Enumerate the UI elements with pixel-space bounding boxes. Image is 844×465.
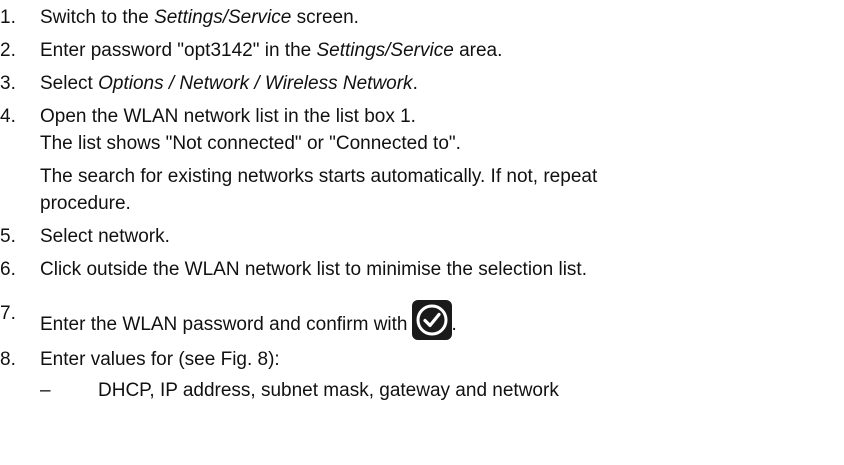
step-text: Click outside the WLAN network list to m… bbox=[40, 259, 587, 280]
step-number: 3. bbox=[0, 73, 16, 94]
step-text: Enter the WLAN password and confirm with… bbox=[40, 300, 457, 340]
instruction-list: 1. Switch to the Settings/Service screen… bbox=[0, 0, 844, 465]
step-text: Enter password "opt3142" in the Settings… bbox=[40, 37, 502, 64]
step-number: 8. bbox=[0, 349, 16, 370]
checkmark-circle-icon-svg bbox=[411, 300, 452, 340]
step-text-part: Switch to the bbox=[40, 7, 155, 28]
step-5: 5. Select network. bbox=[0, 223, 170, 250]
step-text-part: Select bbox=[40, 73, 99, 94]
sub-item-text: DHCP, IP address, subnet mask, gateway a… bbox=[98, 380, 559, 401]
step-number: 4. bbox=[0, 106, 16, 127]
step-4-note: The list shows "Not connected" or "Conne… bbox=[40, 133, 461, 154]
step-number: 7. bbox=[0, 303, 16, 324]
step-number: 2. bbox=[0, 40, 16, 61]
step-text: Open the WLAN network list in the list b… bbox=[40, 106, 416, 127]
step-number: 1. bbox=[0, 7, 16, 28]
step-4: 4. Open the WLAN network list in the lis… bbox=[0, 103, 416, 130]
step-text-part: . bbox=[412, 73, 418, 94]
step-text-part: Enter the WLAN password and confirm with bbox=[40, 314, 408, 335]
step-4-note: procedure. bbox=[40, 193, 131, 214]
step-8: 8. Enter values for (see Fig. 8): bbox=[0, 346, 280, 373]
emphasis-text: Settings/Service bbox=[154, 7, 292, 28]
step-text: Select Options / Network / Wireless Netw… bbox=[40, 70, 418, 97]
sub-item: – DHCP, IP address, subnet mask, gateway… bbox=[40, 377, 559, 404]
step-text: Select network. bbox=[40, 226, 170, 247]
step-3: 3. Select Options / Network / Wireless N… bbox=[0, 70, 418, 97]
step-text-part: screen. bbox=[291, 7, 359, 28]
step-number: 5. bbox=[0, 226, 16, 247]
step-text-part: Enter password "opt3142" in the bbox=[40, 40, 317, 61]
step-text-part: area. bbox=[453, 40, 503, 61]
step-6: 6. Click outside the WLAN network list t… bbox=[0, 256, 587, 283]
step-text: Enter values for (see Fig. 8): bbox=[40, 349, 280, 370]
step-text-part: . bbox=[451, 314, 457, 335]
step-2: 2. Enter password "opt3142" in the Setti… bbox=[0, 37, 502, 64]
step-text: Switch to the Settings/Service screen. bbox=[40, 4, 359, 31]
dash-bullet: – bbox=[40, 380, 51, 401]
step-7: 7. Enter the WLAN password and confirm w… bbox=[0, 300, 457, 340]
emphasis-text: Settings/Service bbox=[316, 40, 454, 61]
step-4-note: The search for existing networks starts … bbox=[40, 166, 598, 187]
step-1: 1. Switch to the Settings/Service screen… bbox=[0, 4, 359, 31]
emphasis-text: Options / Network / Wireless Network bbox=[98, 73, 413, 94]
checkmark-circle-icon bbox=[411, 300, 452, 340]
step-number: 6. bbox=[0, 259, 16, 280]
